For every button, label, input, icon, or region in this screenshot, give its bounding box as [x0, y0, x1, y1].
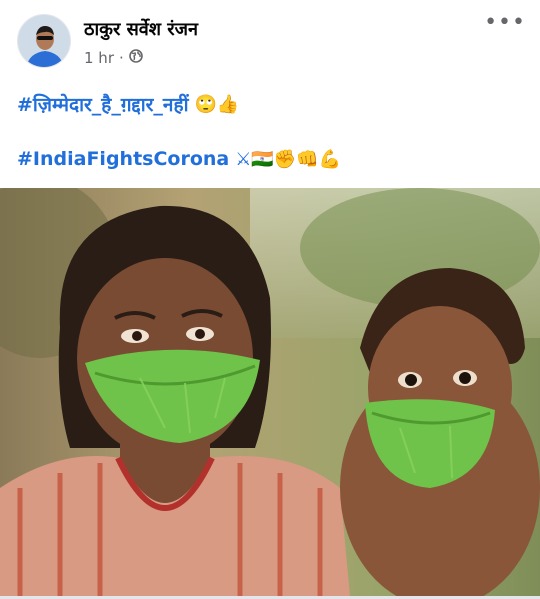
author-avatar[interactable] — [17, 14, 71, 68]
more-options-icon[interactable]: ••• — [484, 10, 526, 35]
hashtag-line-2: #IndiaFightsCorona ⚔🇮🇳✊👊💪 — [17, 148, 341, 170]
author-name[interactable]: ठाकुर सर्वेश रंजन — [84, 17, 198, 41]
globe-icon[interactable] — [128, 49, 143, 67]
post-meta: 1 hr · — [84, 49, 143, 67]
hashtag-link-2[interactable]: #IndiaFightsCorona — [17, 148, 229, 170]
hashtag1-emojis: 🙄👍 — [194, 93, 240, 115]
hashtag-line-1: #ज़िम्मेदार_है_ग़द्दार_नहीं 🙄👍 — [17, 91, 239, 117]
avatar-image — [18, 15, 70, 67]
meta-separator: · — [119, 49, 124, 67]
post-header: ठाकुर सर्वेश रंजन 1 hr · ••• — [0, 0, 540, 76]
hashtag2-emojis: ⚔🇮🇳✊👊💪 — [235, 148, 342, 170]
post-timestamp[interactable]: 1 hr — [84, 49, 114, 67]
photo-two-children-leaf-masks — [0, 188, 540, 596]
post-photo[interactable] — [0, 188, 540, 596]
hashtag-link-1[interactable]: #ज़िम्मेदार_है_ग़द्दार_नहीं — [17, 91, 189, 117]
